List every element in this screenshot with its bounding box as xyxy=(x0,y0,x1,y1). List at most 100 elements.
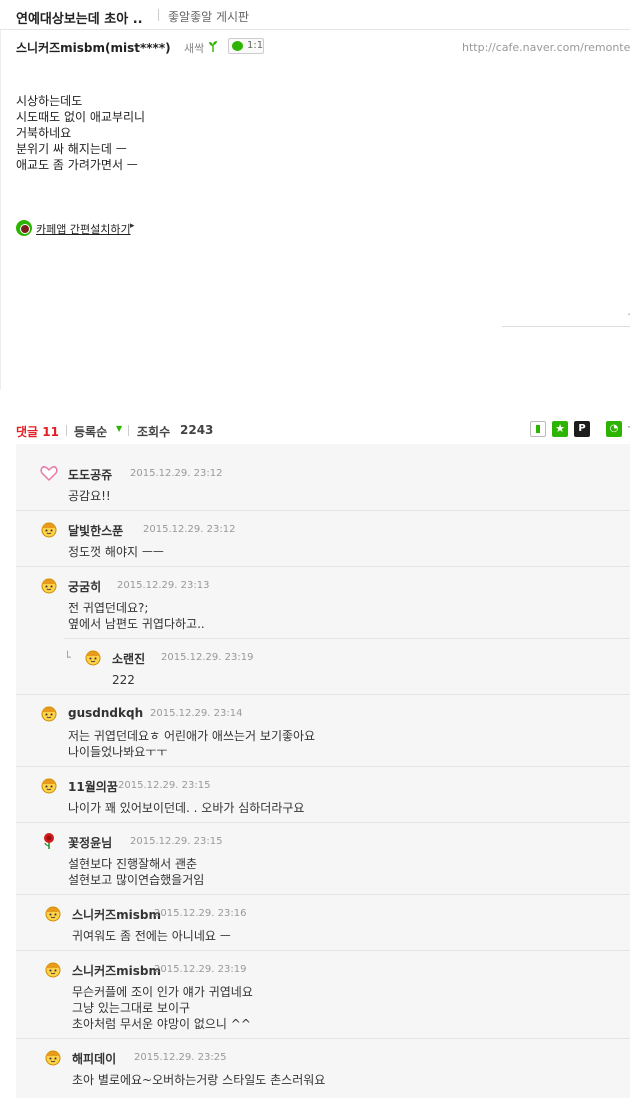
comment-text: 무슨커플에 조이 인가 얘가 귀엽네요그냥 있는그대로 보이구초아처럼 무서운 … xyxy=(72,984,253,1032)
page-icon[interactable] xyxy=(530,421,546,437)
comment-divider xyxy=(16,694,630,695)
rose-icon[interactable] xyxy=(40,832,58,850)
one-to-one-chat-button[interactable]: 1:1 xyxy=(228,38,264,54)
comment-line: 222 xyxy=(112,673,135,687)
comment-author[interactable]: gusdndkqh xyxy=(68,706,143,720)
comment-text: 설현보다 진행잘해서 괜춘설현보고 많이연습했을거임 xyxy=(68,856,204,888)
comment-divider xyxy=(16,510,630,511)
comment-date: 2015.12.29. 23:16 xyxy=(154,908,247,919)
chat-label: 1:1 xyxy=(247,40,264,51)
post-body-line: 애교도 좀 가려가면서 ㅡ xyxy=(16,158,138,172)
comment-line: 정도껏 해야지 ㅡㅡ xyxy=(68,545,164,559)
comment-divider xyxy=(16,566,630,567)
comment-line: 나이가 꽤 있어보이던데. . 오바가 심하더라구요 xyxy=(68,801,305,815)
comment-date: 2015.12.29. 23:19 xyxy=(154,964,247,975)
chat-bubble-icon xyxy=(232,41,243,51)
stats-divider xyxy=(66,425,67,436)
comment-author[interactable]: 소랜진 xyxy=(112,650,145,667)
cafe-app-install-label[interactable]: 카페앱 간편설치하기 xyxy=(36,221,131,237)
heart-icon[interactable] xyxy=(40,464,58,482)
comment-date: 2015.12.29. 23:15 xyxy=(130,836,223,847)
comment-line: 공감요!! xyxy=(68,489,111,503)
comment-text: 전 귀엽던데요?; 옆에서 남편도 귀엽다하고.. xyxy=(68,600,205,632)
title-divider xyxy=(158,9,159,21)
view-count-value: 2243 xyxy=(180,423,214,437)
comment-divider xyxy=(16,1038,630,1039)
comment-line: 귀여워도 좀 전에는 아니네요 ㅡ xyxy=(72,929,231,943)
face-icon[interactable] xyxy=(44,904,62,922)
comment-date: 2015.12.29. 23:19 xyxy=(161,652,254,663)
post-title-bar: 연예대상보는데 초아 .. 좋알좋알 게시판 xyxy=(0,0,630,30)
reply-arrow-icon: └ xyxy=(64,651,71,664)
comment-text: 귀여워도 좀 전에는 아니네요 ㅡ xyxy=(72,928,231,944)
comment-author[interactable]: 꽃정윤님 xyxy=(68,834,112,851)
comment-text: 222 xyxy=(112,672,135,688)
comment-date: 2015.12.29. 23:12 xyxy=(143,524,236,535)
post-body-line: 거북하네요 xyxy=(16,126,72,140)
star-icon[interactable]: ★ xyxy=(552,421,568,437)
face-icon[interactable] xyxy=(44,960,62,978)
face-icon[interactable] xyxy=(44,1048,62,1066)
comment-divider xyxy=(16,894,630,895)
comment-date: 2015.12.29. 23:13 xyxy=(117,580,210,591)
rss-icon[interactable]: ◔ xyxy=(606,421,622,437)
view-count-label: 조회수 xyxy=(137,425,171,439)
comment-date: 2015.12.29. 23:15 xyxy=(118,780,211,791)
comment-divider xyxy=(64,638,630,639)
comment-line: 초아처럼 무서운 야망이 없으니 ^^ xyxy=(72,1017,251,1031)
post-body: 시상하는데도 시도때도 없이 애교부리니 거북하네요 분위기 싸 해지는데 ㅡ … xyxy=(16,93,145,173)
comment-divider xyxy=(16,950,630,951)
author-row: 스니커즈misbm(mist****) 새싹 1:1 http://cafe.n… xyxy=(0,36,630,58)
comment-author[interactable]: 달빛한스푼 xyxy=(68,522,123,539)
comment-text: 나이가 꽤 있어보이던데. . 오바가 심하더라구요 xyxy=(68,800,304,816)
post-title[interactable]: 연예대상보는데 초아 .. xyxy=(16,8,143,27)
comment-text: 저는 귀엽던데요ㅎ 어린애가 애쓰는거 보기좋아요나이들었나봐요ㅜㅜ xyxy=(68,728,315,760)
comment-line: 그냥 있는그대로 보이구 xyxy=(72,1001,191,1015)
comment-author[interactable]: 도도공쥬 xyxy=(68,466,112,483)
p-icon[interactable]: P xyxy=(574,421,590,437)
comment-line: 나이들었나봐요ㅜㅜ xyxy=(68,745,168,759)
comment-date: 2015.12.29. 23:25 xyxy=(134,1052,227,1063)
comment-author[interactable]: 스니커즈misbm xyxy=(72,906,161,923)
comment-line: 옆에서 남편도 귀엽다하고.. xyxy=(68,617,205,631)
board-link[interactable]: 좋알좋알 게시판 xyxy=(168,8,249,25)
comment-text: 정도껏 해야지 ㅡㅡ xyxy=(68,544,164,560)
comment-count[interactable]: 댓글 11 xyxy=(16,423,59,440)
face-icon[interactable] xyxy=(40,576,58,594)
comment-line: 초아 별로에요~오버하는거랑 스타일도 촌스러워요 xyxy=(72,1073,326,1087)
edge-dot-icon: ㆍ xyxy=(624,308,630,321)
face-icon[interactable] xyxy=(40,520,58,538)
face-icon[interactable] xyxy=(84,648,102,666)
face-icon[interactable] xyxy=(40,704,58,722)
comment-line: 설현보다 진행잘해서 괜춘 xyxy=(68,857,198,871)
comment-line: 무슨커플에 조이 인가 얘가 귀엽네요 xyxy=(72,985,253,999)
author-name[interactable]: 스니커즈misbm(mist****) xyxy=(16,39,171,56)
post-body-line: 시도때도 없이 애교부리니 xyxy=(16,110,146,124)
comment-line: 설현보고 많이연습했을거임 xyxy=(68,873,205,887)
chevron-down-icon[interactable]: ▼ xyxy=(116,424,122,433)
post-body-line: 시상하는데도 xyxy=(16,94,83,108)
comment-author[interactable]: 궁굼히 xyxy=(68,578,101,595)
arrow-right-icon: ▸ xyxy=(130,221,135,231)
comment-text: 공감요!! xyxy=(68,488,111,504)
divider-line xyxy=(502,326,630,327)
comment-line: 전 귀엽던데요?; xyxy=(68,601,149,615)
comment-date: 2015.12.29. 23:14 xyxy=(150,708,243,719)
content-left-border xyxy=(0,30,1,390)
stats-divider xyxy=(128,425,129,436)
face-icon[interactable] xyxy=(40,776,58,794)
cafe-app-icon xyxy=(16,220,32,236)
comment-text: 초아 별로에요~오버하는거랑 스타일도 촌스러워요 xyxy=(72,1072,325,1088)
comment-divider xyxy=(16,766,630,767)
comment-author[interactable]: 스니커즈misbm xyxy=(72,962,161,979)
more-icon[interactable]: ㄱ xyxy=(626,421,630,437)
sort-dropdown[interactable]: 등록순 xyxy=(74,423,107,440)
sprout-icon xyxy=(209,41,217,52)
comment-date: 2015.12.29. 23:12 xyxy=(130,468,223,479)
cafe-url-link[interactable]: http://cafe.naver.com/remonter xyxy=(462,41,630,54)
comment-author[interactable]: 11월의꿈 xyxy=(68,778,118,795)
post-body-line: 분위기 싸 해지는데 ㅡ xyxy=(16,142,127,156)
comment-author[interactable]: 해피데이 xyxy=(72,1050,116,1067)
comment-line: 저는 귀엽던데요ㅎ 어린애가 애쓰는거 보기좋아요 xyxy=(68,729,316,743)
member-level: 새싹 xyxy=(184,42,205,55)
